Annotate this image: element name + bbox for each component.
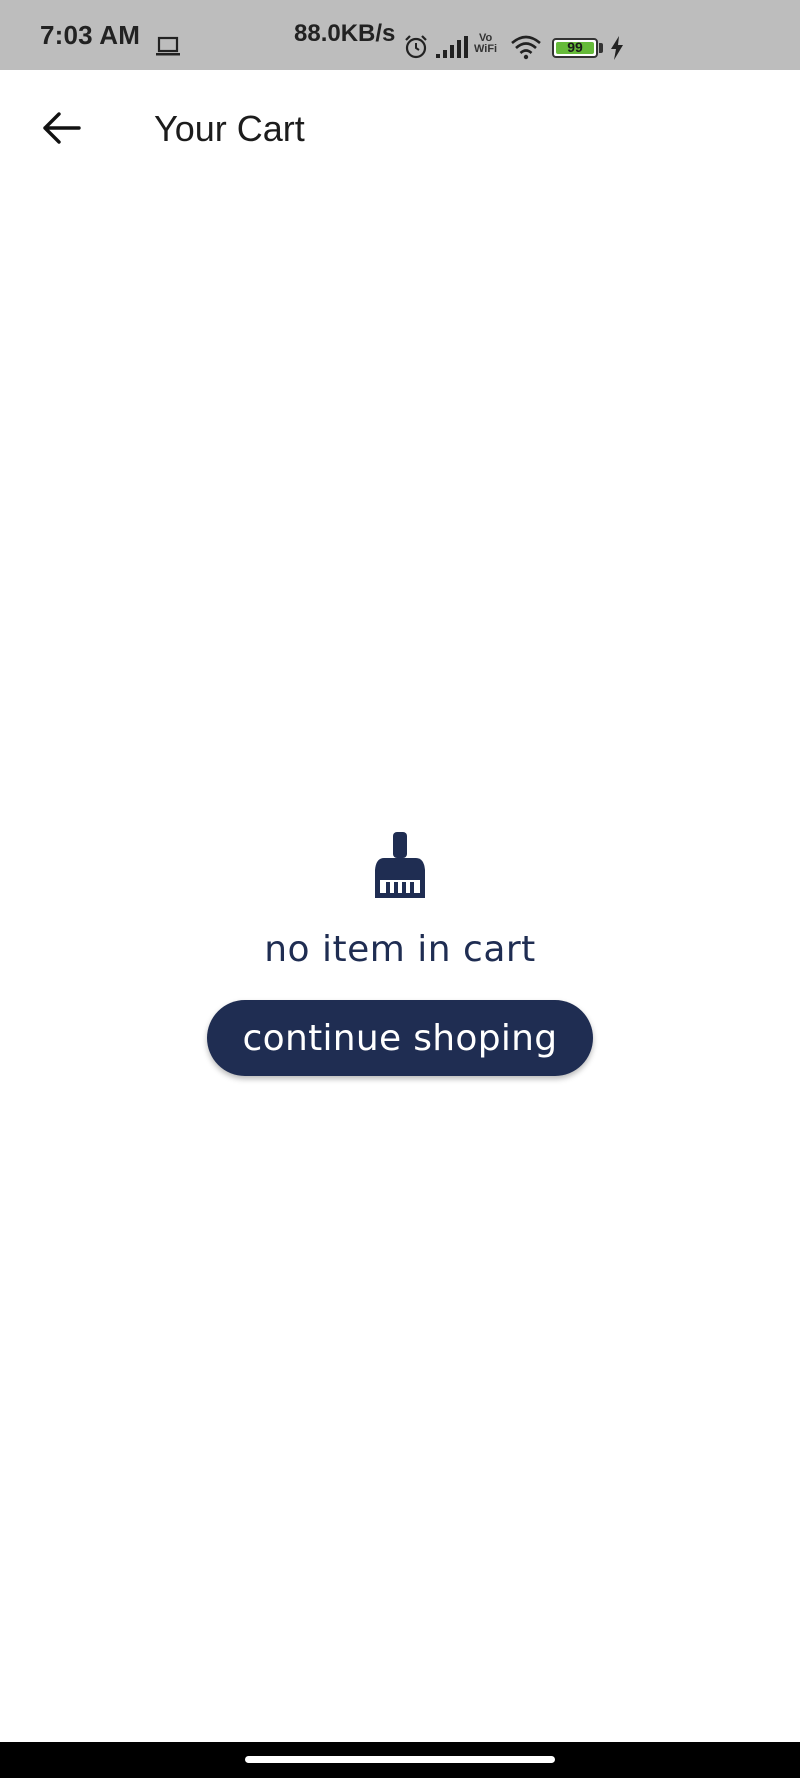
status-time: 7:03 AM [40, 20, 141, 50]
vowifi-icon: Vo WiFi [474, 33, 497, 55]
laptop-icon [155, 36, 181, 63]
empty-cart-message: no item in cart [264, 929, 536, 970]
battery-cap [599, 43, 603, 53]
cart-screen: 7:03 AM 88.0KB/s Vo WiFi 99 Your Cart no… [0, 0, 800, 1778]
battery-icon: 99 [552, 38, 598, 58]
wifi-icon [510, 34, 542, 65]
page-title: Your Cart [154, 108, 305, 149]
arrow-left-icon [41, 111, 81, 150]
broom-icon [374, 830, 426, 905]
battery-level: 99 [567, 39, 583, 55]
alarm-icon [403, 34, 429, 65]
empty-cart-state: no item in cart continue shoping [0, 830, 800, 1076]
vowifi-bottom-label: WiFi [474, 43, 498, 55]
home-indicator[interactable] [245, 1756, 555, 1763]
status-bar: 7:03 AM 88.0KB/s Vo WiFi 99 [0, 0, 800, 70]
back-button[interactable] [34, 103, 88, 157]
network-speed: 88.0KB/s [294, 20, 396, 47]
charging-bolt-icon [610, 36, 624, 65]
signal-icon [436, 36, 468, 63]
app-bar: Your Cart [0, 70, 800, 190]
continue-shopping-button[interactable]: continue shoping [207, 1000, 593, 1076]
system-navigation-bar [0, 1742, 800, 1778]
